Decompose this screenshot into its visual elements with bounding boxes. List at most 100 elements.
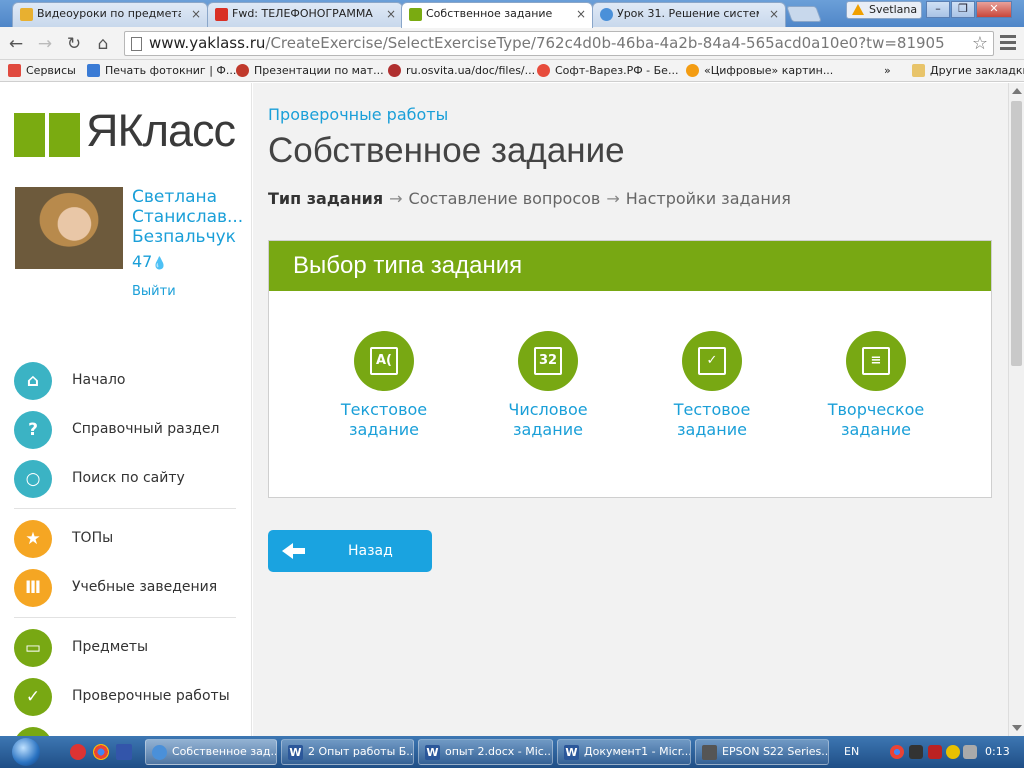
apps-icon [8,64,21,77]
quicklaunch-icon[interactable] [70,744,86,760]
monitor-tray-icon[interactable] [909,745,923,759]
scroll-down-icon[interactable] [1012,725,1022,731]
bookmark-item[interactable]: Софт-Варез.РФ - Бе... [537,60,678,81]
browser-tab-gmail[interactable]: Fwd: ТЕЛЕФОНОГРАММА - × [207,2,403,27]
check-icon: ✓ [14,678,52,716]
option-label: Текстовое задание [340,400,428,439]
sidebar-item-subjects[interactable]: ▭ Предметы [14,629,244,669]
back-button-label: Назад [348,543,393,559]
security-tray-icon[interactable] [946,745,960,759]
sidebar-item-label: Начало [72,372,126,388]
url-host: www.yaklass.ru [149,34,266,52]
tab-close-icon[interactable]: × [191,3,201,25]
home-icon[interactable]: ⌂ [92,33,114,55]
scroll-up-icon[interactable] [1012,88,1022,94]
home-icon: ⌂ [14,362,52,400]
logout-link[interactable]: Выйти [132,284,176,299]
sidebar-item-label: Проверочные работы [72,688,230,704]
clock[interactable]: 0:13 [985,745,1010,758]
bookmark-favicon-icon [686,64,699,77]
arrow-right-icon: → [389,189,403,208]
book-logo-icon [14,113,80,157]
bookmarks-overflow-button[interactable]: » [884,60,891,81]
user-last-name: Безпальчук [132,227,236,247]
taskbar-window-label: 2 Опыт работы Б... [308,745,414,758]
start-button[interactable] [2,736,50,768]
word-icon: W [288,745,303,760]
avatar[interactable] [15,187,123,269]
new-tab-button[interactable] [786,6,822,22]
tab-close-icon[interactable]: × [769,3,779,25]
bookmark-item[interactable]: Сервисы [8,60,76,81]
profile-name: Svetlana [869,3,918,16]
forward-arrow-icon[interactable]: → [34,33,56,55]
taskbar-window-word[interactable]: W 2 Опыт работы Б... [281,739,414,765]
quicklaunch-icon[interactable] [116,744,132,760]
sidebar-item-search[interactable]: ○ Поиск по сайту [14,460,244,500]
bookmark-label: Печать фотокниг | Ф... [105,64,237,77]
bookmark-item[interactable]: Печать фотокниг | Ф... [87,60,236,81]
chrome-icon[interactable] [93,744,109,760]
sidebar-item-home[interactable]: ⌂ Начало [14,362,244,402]
browser-tab-active[interactable]: Собственное задание × [401,2,593,28]
back-arrow-icon[interactable]: ← [5,33,27,55]
close-window-button[interactable]: ✕ [976,1,1012,18]
star-icon: ★ [14,520,52,558]
windows-taskbar: Собственное зад... W 2 Опыт работы Б... W… [0,736,1024,768]
bookmark-label: Презентации по мат... [254,64,384,77]
sidebar-item-more[interactable] [14,727,244,736]
profile-button[interactable]: Svetlana [846,1,922,19]
sidebar-item-reference[interactable]: ? Справочный раздел [14,411,244,451]
taskbar-window-word[interactable]: W Документ1 - Micr... [557,739,691,765]
breadcrumb[interactable]: Проверочные работы [268,105,448,124]
page-scrollbar[interactable] [1008,83,1024,736]
option-text-task[interactable]: A( Текстовое задание [309,331,459,440]
option-number-task[interactable]: 32 Числовое задание [473,331,623,440]
yaklass-favicon-icon [409,8,422,21]
user-points: 47💧 [132,252,167,271]
option-test-task[interactable]: ✓ Тестовое задание [637,331,787,440]
step-questions: Составление вопросов [408,189,601,208]
nav-divider [14,617,236,618]
bookmark-item[interactable]: Презентации по мат... [236,60,384,81]
taskbar-window-printer[interactable]: EPSON S22 Series... [695,739,829,765]
minimize-button[interactable]: – [926,1,950,18]
step-type: Тип задания [268,189,384,208]
scroll-thumb[interactable] [1011,101,1022,366]
tab-favicon-icon [600,8,613,21]
tab-title: Видеоуроки по предметам [37,7,181,20]
browser-tab-urok31[interactable]: Урок 31. Решение системы × [592,2,786,27]
restore-button[interactable]: ❐ [951,1,975,18]
taskbar-window-word[interactable]: Wопыт 2.docx - Mic... [418,739,553,765]
user-name[interactable]: Светлана Станислав... Безпальчук [132,187,247,247]
sidebar-item-label: Поиск по сайту [72,470,185,486]
user-first-name: Светлана [132,187,218,207]
creative-task-icon: ≡ [846,331,906,391]
tab-title: Урок 31. Решение системы [617,7,759,20]
chrome-menu-icon[interactable] [1000,35,1016,51]
tab-close-icon[interactable]: × [386,3,396,25]
other-bookmarks[interactable]: Другие закладки [912,60,1024,81]
volume-muted-icon[interactable] [963,745,977,759]
network-tray-icon[interactable] [928,745,942,759]
bookmark-star-icon[interactable]: ☆ [972,32,988,55]
language-indicator[interactable]: EN [844,745,859,758]
sidebar-item-institutions[interactable]: Ⅲ Учебные заведения [14,569,244,609]
browser-tab-videouroki[interactable]: Видеоуроки по предметам × [12,2,208,27]
bookmark-item[interactable]: ru.osvita.ua/doc/files/... [388,60,535,81]
gmail-icon [215,8,228,21]
taskbar-window-chrome[interactable]: Собственное зад... [145,739,277,765]
back-button[interactable]: Назад [268,530,432,572]
chrome-tray-icon[interactable] [890,745,904,759]
bookmark-item[interactable]: «Цифровые» картин... [686,60,833,81]
sidebar-item-tops[interactable]: ★ ТОПы [14,520,244,560]
reload-icon[interactable]: ↻ [63,33,85,55]
tab-close-icon[interactable]: × [576,3,586,25]
page-title: Собственное задание [268,131,625,170]
drop-icon: 💧 [152,256,168,270]
bookmark-favicon-icon [236,64,249,77]
option-creative-task[interactable]: ≡ Творческое задание [801,331,951,440]
address-bar[interactable]: www.yaklass.ru/CreateExercise/SelectExer… [124,31,994,56]
sidebar-item-tests[interactable]: ✓ Проверочные работы [14,678,244,718]
test-task-icon: ✓ [682,331,742,391]
